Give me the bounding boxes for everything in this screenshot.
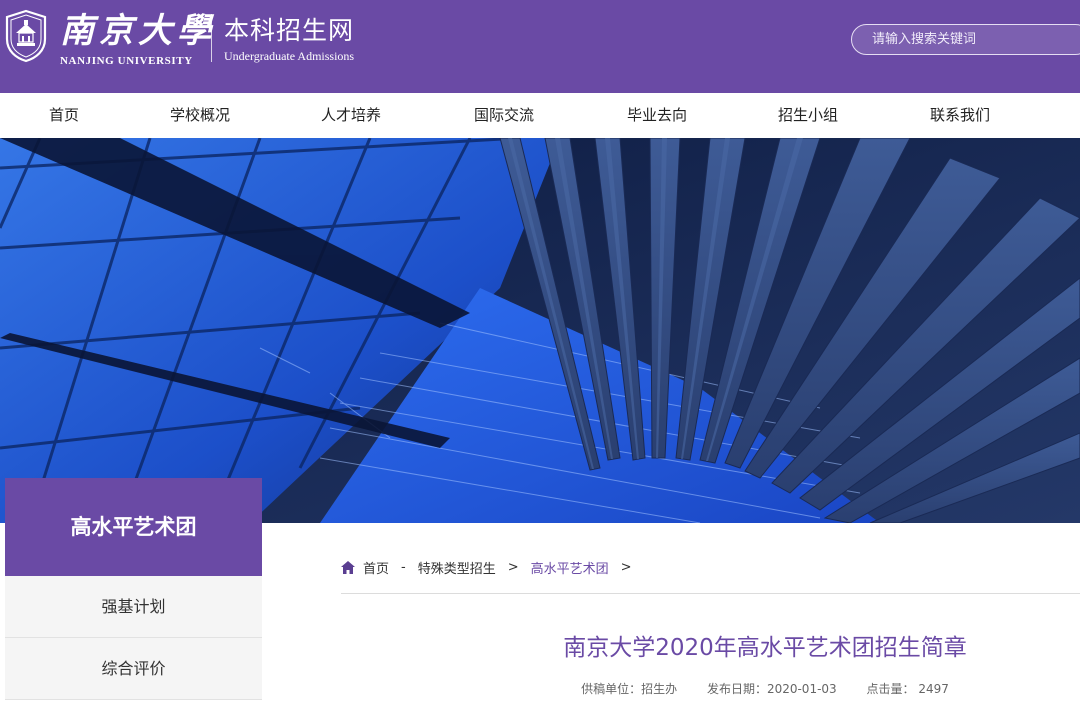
breadcrumb-separator: - xyxy=(401,559,406,575)
site-name-cn: 本科招生网 xyxy=(224,16,355,45)
article-source: 供稿单位：招生办 xyxy=(581,682,678,696)
site-name[interactable]: 本科招生网 Undergraduate Admissions xyxy=(224,15,354,64)
breadcrumb-divider xyxy=(341,593,1080,594)
architecture-banner-graphic xyxy=(0,138,1080,523)
banner-image xyxy=(0,138,1080,523)
home-icon xyxy=(341,560,355,574)
university-name-en: NANJING UNIVERSITY xyxy=(60,55,193,67)
nav-item-international[interactable]: 国际交流 xyxy=(474,93,534,138)
nav-item-home[interactable]: 首页 xyxy=(49,93,79,138)
sidebar-item-comprehensive-evaluation[interactable]: 综合评价 xyxy=(5,638,262,699)
article-meta: 供稿单位：招生办 发布日期：2020-01-03 点击量： 2497 xyxy=(400,680,1080,697)
university-logo[interactable]: 南京大學 NANJING UNIVERSITY xyxy=(4,9,216,69)
nav-item-education[interactable]: 人才培养 xyxy=(321,93,381,138)
breadcrumb-current[interactable]: 高水平艺术团 xyxy=(531,558,609,577)
breadcrumb-home[interactable]: 首页 xyxy=(363,558,389,577)
site-name-en: Undergraduate Admissions xyxy=(224,49,355,63)
article-title: 南京大学2020年高水平艺术团招生简章 xyxy=(563,635,967,661)
breadcrumb: 首页 - 特殊类型招生 > 高水平艺术团 > xyxy=(341,557,644,577)
breadcrumb-separator: > xyxy=(620,559,632,575)
sidebar-item-strong-base[interactable]: 强基计划 xyxy=(5,576,262,637)
nav-item-career[interactable]: 毕业去向 xyxy=(627,93,687,138)
search-input[interactable] xyxy=(852,25,1080,54)
site-header: 南京大學 NANJING UNIVERSITY 本科招生网 Undergradu… xyxy=(0,0,1080,93)
university-name-cn: 南京大學 xyxy=(60,11,216,51)
main-nav: 首页 学校概况 人才培养 国际交流 毕业去向 招生小组 联系我们 xyxy=(0,93,1080,138)
nav-item-about[interactable]: 学校概况 xyxy=(170,93,230,138)
search-box xyxy=(851,24,1080,55)
article-views: 点击量： 2497 xyxy=(867,682,949,696)
article-views-label: 点击量： xyxy=(866,682,915,696)
sidebar-divider xyxy=(5,699,262,700)
university-seal-icon xyxy=(5,9,47,63)
nav-item-contact[interactable]: 联系我们 xyxy=(930,93,990,138)
article-views-count: 2497 xyxy=(918,682,949,696)
nav-item-admission-team[interactable]: 招生小组 xyxy=(778,93,838,138)
article-date: 发布日期：2020-01-03 xyxy=(706,682,837,696)
breadcrumb-separator: > xyxy=(507,559,519,575)
breadcrumb-special-admission[interactable]: 特殊类型招生 xyxy=(418,558,496,577)
logo-divider xyxy=(211,14,212,62)
sidebar-title: 高水平艺术团 xyxy=(5,478,262,576)
